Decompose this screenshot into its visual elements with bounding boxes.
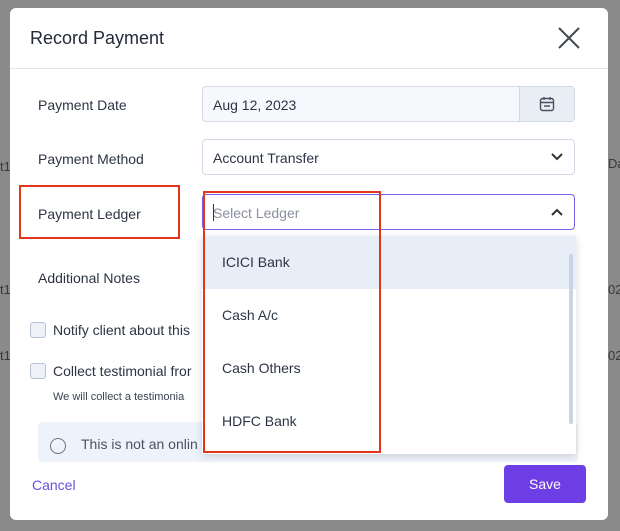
close-icon[interactable] [556,25,582,51]
payment-date-label: Payment Date [38,97,127,113]
chevron-down-icon [551,153,563,161]
collect-testimonial-checkbox[interactable] [30,363,46,379]
dropdown-scrollbar[interactable] [569,254,573,424]
additional-notes-label: Additional Notes [38,270,140,286]
payment-method-select[interactable]: Account Transfer [202,139,575,175]
cancel-button[interactable]: Cancel [32,477,76,493]
info-icon [50,438,66,454]
collect-testimonial-label: Collect testimonial fror [53,363,192,379]
highlight-box-ledger-label [19,185,180,239]
highlight-box-ledger-dropdown [203,191,381,453]
background-text: Da [608,156,620,171]
notify-client-label: Notify client about this [53,322,190,338]
info-text: This is not an onlin [81,436,198,452]
notify-client-checkbox[interactable] [30,322,46,338]
background-text: 02 [608,282,620,297]
collect-testimonial-hint: We will collect a testimonia [53,391,185,403]
payment-method-label: Payment Method [38,151,144,167]
record-payment-modal: Record Payment Payment Date Aug 12, 2023… [10,8,608,520]
date-picker-button[interactable] [519,87,574,121]
modal-header: Record Payment [10,8,608,69]
background-text: 02 [608,348,620,363]
chevron-up-icon [551,208,563,216]
payment-date-value: Aug 12, 2023 [213,97,297,113]
save-button[interactable]: Save [504,465,586,503]
modal-title: Record Payment [30,28,165,48]
payment-date-input[interactable]: Aug 12, 2023 [202,86,575,122]
payment-method-value: Account Transfer [213,150,319,166]
calendar-icon [539,97,555,112]
